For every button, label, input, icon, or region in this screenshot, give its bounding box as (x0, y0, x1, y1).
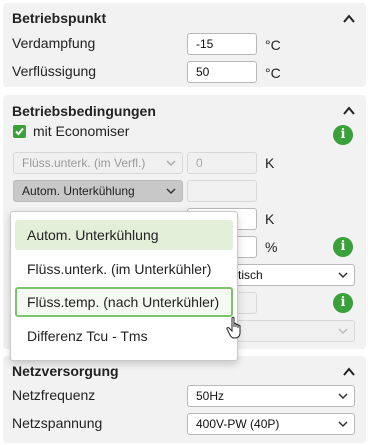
section-title-netzversorgung: Netzversorgung (12, 363, 119, 379)
dropdown-option-fluess-temp[interactable]: Flüss.temp. (nach Unterkühler) (15, 287, 233, 317)
netzfrequenz-select[interactable]: 50Hz (187, 385, 355, 407)
economiser-checkbox[interactable] (13, 125, 26, 138)
verdampfung-unit: °C (265, 37, 281, 53)
verdampfung-input[interactable]: -15 (187, 33, 257, 55)
row3-unit: K (265, 211, 275, 227)
chevron-down-icon (338, 421, 348, 428)
info-icon[interactable]: i (333, 125, 353, 145)
chevron-up-icon[interactable] (342, 12, 356, 26)
row1-input: 0 (187, 152, 257, 174)
info-icon[interactable]: i (333, 293, 353, 313)
row1-unit: K (265, 155, 275, 171)
row2-input (187, 180, 257, 202)
netzspannung-label: Netzspannung (12, 415, 103, 431)
section-betriebspunkt: Betriebspunkt Verdampfung -15 °C Verflüs… (3, 3, 366, 87)
netzspannung-value: 400V-PW (40P) (196, 417, 280, 431)
hand-cursor-icon (226, 316, 241, 339)
chevron-up-icon[interactable] (342, 104, 356, 118)
row1-select-value: Flüss.unterk. (im Verfl.) (22, 156, 146, 170)
chevron-up-icon[interactable] (342, 365, 356, 379)
verfluessigung-unit: °C (265, 65, 281, 81)
section-title-betriebspunkt: Betriebspunkt (12, 10, 107, 26)
dropdown-option-fluess-unterk[interactable]: Flüss.unterk. (im Unterkühler) (15, 254, 233, 284)
chevron-down-icon (338, 328, 348, 335)
row5-select-value: tisch (238, 268, 263, 282)
row1-select: Flüss.unterk. (im Verfl.) (13, 152, 183, 174)
info-icon[interactable]: i (333, 237, 353, 257)
verfluessigung-input[interactable]: 50 (187, 61, 257, 83)
netzfrequenz-value: 50Hz (196, 389, 225, 403)
dropdown-option-differenz[interactable]: Differenz Tcu - Tms (15, 321, 233, 351)
verdampfung-label: Verdampfung (12, 35, 96, 51)
economiser-label: mit Economiser (33, 123, 130, 139)
netzfrequenz-label: Netzfrequenz (12, 387, 96, 403)
row2-select[interactable]: Autom. Unterkühlung (13, 180, 183, 202)
verfluessigung-label: Verflüssigung (12, 63, 97, 79)
section-title-betriebsbedingungen: Betriebsbedingungen (12, 103, 156, 119)
unterkuehlung-dropdown-menu: Autom. Unterkühlung Flüss.unterk. (im Un… (10, 211, 238, 361)
section-netzversorgung: Netzversorgung Netzfrequenz 50Hz Netzspa… (3, 356, 366, 443)
netzspannung-select[interactable]: 400V-PW (40P) (187, 413, 355, 435)
chevron-down-icon (338, 393, 348, 400)
dropdown-option-autom-unterkuehlung[interactable]: Autom. Unterkühlung (15, 220, 233, 250)
chevron-down-icon (166, 188, 176, 195)
row2-select-value: Autom. Unterkühlung (22, 184, 135, 198)
chevron-down-icon (166, 160, 176, 167)
chevron-down-icon (338, 272, 348, 279)
checkmark-icon (15, 127, 24, 136)
row4-unit: % (265, 239, 278, 255)
